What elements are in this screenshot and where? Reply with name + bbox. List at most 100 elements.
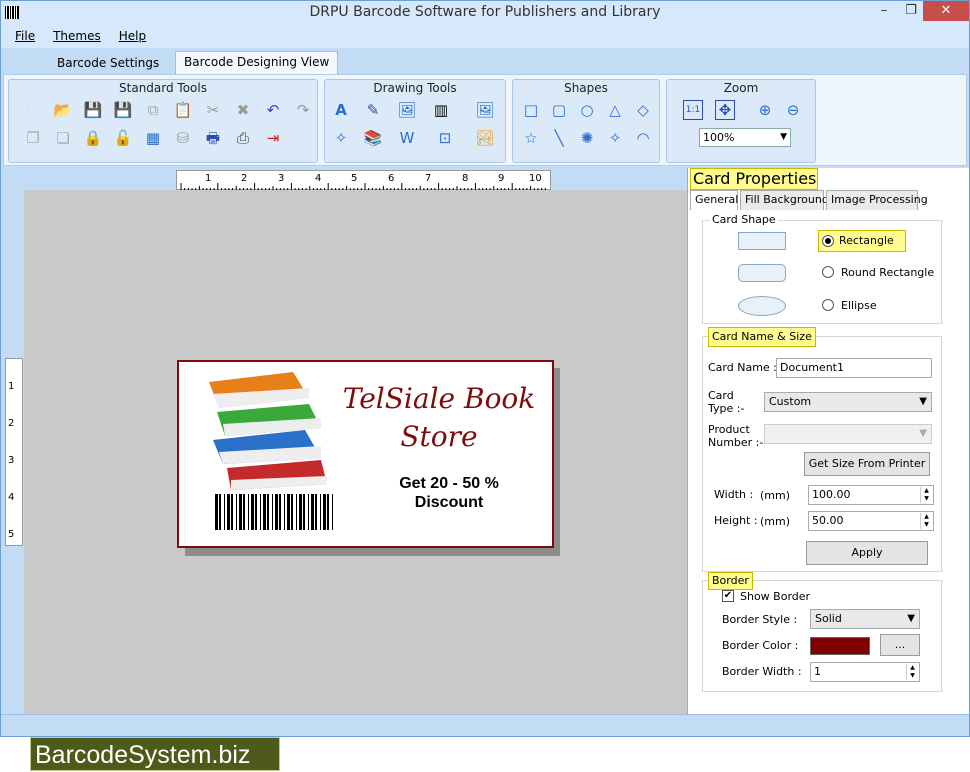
diamond-shape-icon[interactable]: ◇ <box>633 100 653 120</box>
fit-to-window-icon[interactable]: ✥ <box>715 100 735 120</box>
lock-icon[interactable]: 🔒 <box>83 128 103 148</box>
height-input[interactable]: 50.00 ▲ ▼ <box>808 511 934 531</box>
copy-icon[interactable]: ⧉ <box>143 100 163 120</box>
shapes-label: Shapes <box>564 81 608 95</box>
pen-tool-icon[interactable]: ✎ <box>363 100 383 120</box>
bring-front-icon[interactable]: ❐ <box>23 128 43 148</box>
grid-icon[interactable]: ▦ <box>143 128 163 148</box>
image-options-icon[interactable]: 🏞 <box>475 128 495 148</box>
border-width-value: 1 <box>814 665 821 678</box>
star-shape-icon[interactable]: ☆ <box>521 128 541 148</box>
watermark-icon[interactable]: W <box>397 128 417 148</box>
ruler-label: 6 <box>388 173 395 184</box>
card-name-input[interactable]: Document1 <box>776 358 932 378</box>
width-spinner[interactable]: ▲ ▼ <box>920 487 932 503</box>
zoom-in-icon[interactable]: ⊕ <box>755 100 775 120</box>
text-tool-icon[interactable]: A <box>331 100 351 120</box>
card-discount-line1: Get 20 - 50 % <box>399 475 499 492</box>
chevron-down-icon: ▼ <box>780 132 787 142</box>
save-icon[interactable]: 💾 <box>83 100 103 120</box>
tab-image-processing[interactable]: Image Processing <box>826 190 928 210</box>
card-type-label: Card Type :- <box>708 389 744 415</box>
tab-barcode-settings[interactable]: Barcode Settings <box>49 54 167 74</box>
minimize-button[interactable]: – <box>869 1 899 21</box>
card-type-select[interactable]: Custom ▼ <box>764 392 932 412</box>
rectangle-radio[interactable] <box>822 235 834 247</box>
barcode-bar <box>219 494 221 530</box>
drawing-tools-group: Drawing Tools A ✎ 🖼 ▥ 🖼 ✧ 📚 W ⊡ 🏞 <box>324 79 506 163</box>
border-width-label: Border Width : <box>722 665 802 678</box>
zoom-select[interactable]: 100% ▼ <box>699 128 791 147</box>
round-rectangle-label: Round Rectangle <box>841 266 935 279</box>
ellipse-radio[interactable] <box>822 299 834 311</box>
ellipse-label: Ellipse <box>841 299 877 312</box>
print-preview-icon[interactable]: 🖶 <box>203 128 223 148</box>
height-unit: (mm) <box>760 515 791 528</box>
show-border-checkbox[interactable]: ✔ <box>722 590 734 602</box>
rectangle-shape-icon[interactable]: □ <box>521 100 541 120</box>
ruler-label: 4 <box>8 492 15 503</box>
tab-barcode-designing-view[interactable]: Barcode Designing View <box>175 51 339 75</box>
round-rectangle-radio[interactable] <box>822 266 834 278</box>
zoom-out-icon[interactable]: ⊖ <box>783 100 803 120</box>
star-shape-tool-icon[interactable]: ✧ <box>331 128 351 148</box>
barcode-bar <box>291 494 293 530</box>
send-back-icon[interactable]: ❏ <box>53 128 73 148</box>
width-unit: (mm) <box>760 489 791 502</box>
barcode-bar <box>260 494 261 530</box>
height-spinner[interactable]: ▲ ▼ <box>920 513 932 529</box>
border-style-select[interactable]: Solid ▼ <box>810 609 920 629</box>
menu-themes[interactable]: Themes <box>53 29 101 43</box>
apply-button[interactable]: Apply <box>806 541 928 565</box>
border-color-browse-button[interactable]: ... <box>880 634 920 656</box>
menu-bar: File Themes Help <box>1 24 969 48</box>
barcode-bar <box>255 494 257 530</box>
arc-shape-icon[interactable]: ◠ <box>633 128 653 148</box>
horizontal-ruler: 1 2 3 4 5 6 7 8 9 10 <box>176 170 551 191</box>
delete-icon[interactable]: ✖ <box>233 100 253 120</box>
barcode-bar <box>287 494 290 530</box>
save-as-icon[interactable]: 💾 <box>113 100 133 120</box>
get-size-from-printer-button[interactable]: Get Size From Printer <box>804 452 930 476</box>
border-width-input[interactable]: 1 ▲ ▼ <box>810 662 920 682</box>
actual-size-icon[interactable]: 1:1 <box>683 100 703 120</box>
product-number-select[interactable]: ▼ <box>764 424 932 444</box>
barcode-tool-icon[interactable]: ▥ <box>431 100 451 120</box>
barcode-bar <box>320 494 321 530</box>
burst-shape-icon[interactable]: ✺ <box>577 128 597 148</box>
border-color-swatch[interactable] <box>810 637 870 655</box>
triangle-shape-icon[interactable]: △ <box>605 100 625 120</box>
close-button[interactable]: ✕ <box>923 1 969 21</box>
rounded-rectangle-shape-icon[interactable]: ▢ <box>549 100 569 120</box>
chevron-down-icon: ▼ <box>919 396 927 407</box>
width-input[interactable]: 100.00 ▲ ▼ <box>808 485 934 505</box>
standard-tools-group: Standard Tools 🗋 📂 💾 💾 ⧉ 📋 ✂ ✖ ↶ ↷ ❐ ❏ 🔒… <box>8 79 318 163</box>
tab-fill-background[interactable]: Fill Background <box>740 190 829 210</box>
width-label: Width : <box>714 488 754 501</box>
align-icon[interactable]: ⊡ <box>435 128 455 148</box>
ellipse-shape-icon[interactable]: ○ <box>577 100 597 120</box>
four-point-star-shape-icon[interactable]: ✧ <box>605 128 625 148</box>
card-preview[interactable]: TelSiale Book Store Get 20 - 50 % Discou… <box>177 360 554 548</box>
cut-icon[interactable]: ✂ <box>203 100 223 120</box>
menu-help[interactable]: Help <box>119 29 146 43</box>
barcode-bar <box>296 494 297 530</box>
paste-icon[interactable]: 📋 <box>173 100 193 120</box>
database-icon[interactable]: ⛁ <box>173 128 193 148</box>
library-books-icon[interactable]: 📚 <box>363 128 383 148</box>
maximize-button[interactable]: ❐ <box>899 1 923 21</box>
export-icon[interactable]: ⇥ <box>263 128 283 148</box>
undo-icon[interactable]: ↶ <box>263 100 283 120</box>
print-icon[interactable]: ⎙ <box>233 128 253 148</box>
unlock-icon[interactable]: 🔓 <box>113 128 133 148</box>
menu-file[interactable]: File <box>15 29 35 43</box>
open-folder-icon[interactable]: 📂 <box>53 100 73 120</box>
tab-general[interactable]: General <box>690 190 738 210</box>
picture-tool-icon[interactable]: 🖼 <box>475 100 495 120</box>
line-shape-icon[interactable]: ╲ <box>549 128 569 148</box>
new-file-icon[interactable]: 🗋 <box>23 100 43 120</box>
border-width-spinner[interactable]: ▲ ▼ <box>906 664 918 680</box>
card-properties-title: Card Properties <box>690 168 818 190</box>
redo-icon[interactable]: ↷ <box>293 100 313 120</box>
image-tool-icon[interactable]: 🖼 <box>397 100 417 120</box>
